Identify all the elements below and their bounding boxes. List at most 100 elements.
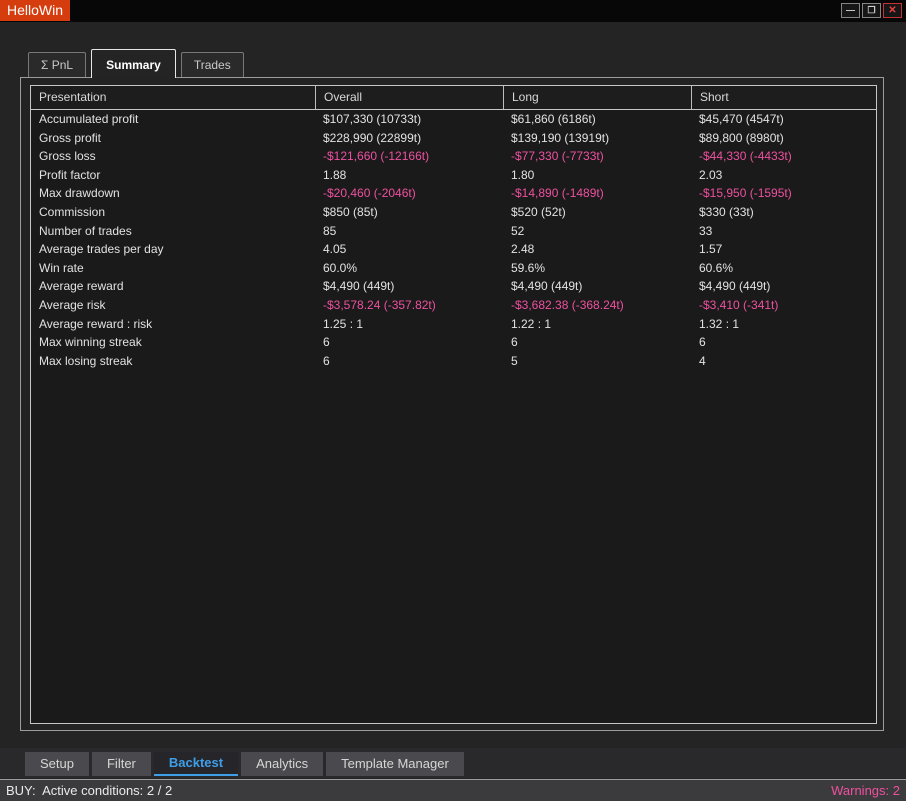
table-row[interactable]: Win rate 60.0% 59.6% 60.6% <box>31 259 876 278</box>
cell-overall: 1.88 <box>315 166 503 185</box>
row-label: Max drawdown <box>31 184 315 203</box>
cell-long: $520 (52t) <box>503 203 691 222</box>
cell-overall: $107,330 (10733t) <box>315 110 503 129</box>
cell-long: -$77,330 (-7733t) <box>503 147 691 166</box>
tab-pnl[interactable]: Σ PnL <box>28 52 86 77</box>
warnings-status: Warnings: 2 <box>831 780 900 801</box>
row-label: Commission <box>31 203 315 222</box>
maximize-icon: ❐ <box>867 5 875 15</box>
cell-long: 5 <box>503 352 691 371</box>
minimize-icon: — <box>846 5 855 15</box>
cell-short: 1.57 <box>691 240 876 259</box>
cell-overall: 6 <box>315 352 503 371</box>
cell-short: 4 <box>691 352 876 371</box>
cell-long: $4,490 (449t) <box>503 277 691 296</box>
cell-overall: -$3,578.24 (-357.82t) <box>315 296 503 315</box>
table-row[interactable]: Profit factor 1.88 1.80 2.03 <box>31 166 876 185</box>
row-label: Accumulated profit <box>31 110 315 129</box>
close-button[interactable]: ✕ <box>883 3 902 18</box>
cell-short: $89,800 (8980t) <box>691 129 876 148</box>
cell-short: -$15,950 (-1595t) <box>691 184 876 203</box>
cell-short: 6 <box>691 333 876 352</box>
cell-long: $61,860 (6186t) <box>503 110 691 129</box>
column-header-short[interactable]: Short <box>691 86 876 109</box>
cell-short: $330 (33t) <box>691 203 876 222</box>
mode-tabs: Setup Filter Backtest Analytics Template… <box>25 752 464 776</box>
row-label: Max winning streak <box>31 333 315 352</box>
cell-long: $139,190 (13919t) <box>503 129 691 148</box>
tab-backtest[interactable]: Backtest <box>154 752 238 776</box>
tab-analytics[interactable]: Analytics <box>241 752 323 776</box>
row-label: Average risk <box>31 296 315 315</box>
table-row[interactable]: Accumulated profit $107,330 (10733t) $61… <box>31 110 876 129</box>
tab-trades[interactable]: Trades <box>181 52 244 77</box>
active-conditions-status: BUY: Active conditions: 2 / 2 <box>6 780 172 801</box>
tab-setup[interactable]: Setup <box>25 752 89 776</box>
cell-overall: 60.0% <box>315 259 503 278</box>
table-row[interactable]: Average trades per day 4.05 2.48 1.57 <box>31 240 876 259</box>
cell-short: $45,470 (4547t) <box>691 110 876 129</box>
cell-overall: $4,490 (449t) <box>315 277 503 296</box>
cell-short: -$44,330 (-4433t) <box>691 147 876 166</box>
column-header-presentation[interactable]: Presentation <box>31 86 315 109</box>
row-label: Gross loss <box>31 147 315 166</box>
table-row[interactable]: Number of trades 85 52 33 <box>31 222 876 241</box>
cell-overall: $228,990 (22899t) <box>315 129 503 148</box>
row-label: Profit factor <box>31 166 315 185</box>
window-title: HelloWin <box>0 0 70 21</box>
table-row[interactable]: Commission $850 (85t) $520 (52t) $330 (3… <box>31 203 876 222</box>
column-header-long[interactable]: Long <box>503 86 691 109</box>
table-row[interactable]: Average reward : risk 1.25 : 1 1.22 : 1 … <box>31 315 876 334</box>
cell-short: 2.03 <box>691 166 876 185</box>
cell-long: -$3,682.38 (-368.24t) <box>503 296 691 315</box>
report-tabs: Σ PnL Summary Trades <box>28 47 249 78</box>
cell-long: 1.22 : 1 <box>503 315 691 334</box>
hellowin-window: { "window": { "title": "HelloWin", "cont… <box>0 0 906 801</box>
cell-long: -$14,890 (-1489t) <box>503 184 691 203</box>
cell-long: 2.48 <box>503 240 691 259</box>
row-label: Number of trades <box>31 222 315 241</box>
maximize-button[interactable]: ❐ <box>862 3 881 18</box>
cell-long: 59.6% <box>503 259 691 278</box>
cell-overall: -$121,660 (-12166t) <box>315 147 503 166</box>
row-label: Average trades per day <box>31 240 315 259</box>
window-controls: — ❐ ✕ <box>841 3 902 18</box>
cell-overall: 4.05 <box>315 240 503 259</box>
minimize-button[interactable]: — <box>841 3 860 18</box>
tab-template-manager[interactable]: Template Manager <box>326 752 464 776</box>
cell-short: $4,490 (449t) <box>691 277 876 296</box>
close-icon: ✕ <box>888 5 896 16</box>
row-label: Max losing streak <box>31 352 315 371</box>
cell-short: 33 <box>691 222 876 241</box>
tab-summary[interactable]: Summary <box>91 49 176 78</box>
cell-short: -$3,410 (-341t) <box>691 296 876 315</box>
row-label: Gross profit <box>31 129 315 148</box>
cell-short: 60.6% <box>691 259 876 278</box>
tab-filter[interactable]: Filter <box>92 752 151 776</box>
cell-overall: 6 <box>315 333 503 352</box>
column-header-overall[interactable]: Overall <box>315 86 503 109</box>
summary-panel: Presentation Overall Long Short Accumula… <box>20 77 884 731</box>
table-row[interactable]: Max losing streak 6 5 4 <box>31 352 876 371</box>
table-row[interactable]: Max drawdown -$20,460 (-2046t) -$14,890 … <box>31 184 876 203</box>
cell-short: 1.32 : 1 <box>691 315 876 334</box>
table-row[interactable]: Gross loss -$121,660 (-12166t) -$77,330 … <box>31 147 876 166</box>
cell-long: 52 <box>503 222 691 241</box>
table-row[interactable]: Average risk -$3,578.24 (-357.82t) -$3,6… <box>31 296 876 315</box>
table-header-row: Presentation Overall Long Short <box>31 86 876 110</box>
cell-long: 1.80 <box>503 166 691 185</box>
row-label: Average reward : risk <box>31 315 315 334</box>
cell-overall: 85 <box>315 222 503 241</box>
cell-long: 6 <box>503 333 691 352</box>
cell-overall: -$20,460 (-2046t) <box>315 184 503 203</box>
table-row[interactable]: Gross profit $228,990 (22899t) $139,190 … <box>31 129 876 148</box>
summary-table: Presentation Overall Long Short Accumula… <box>30 85 877 724</box>
table-row[interactable]: Max winning streak 6 6 6 <box>31 333 876 352</box>
row-label: Win rate <box>31 259 315 278</box>
cell-overall: $850 (85t) <box>315 203 503 222</box>
row-label: Average reward <box>31 277 315 296</box>
table-row[interactable]: Average reward $4,490 (449t) $4,490 (449… <box>31 277 876 296</box>
cell-overall: 1.25 : 1 <box>315 315 503 334</box>
title-bar[interactable]: HelloWin — ❐ ✕ <box>0 0 906 22</box>
status-bar: BUY: Active conditions: 2 / 2 Warnings: … <box>0 779 906 801</box>
